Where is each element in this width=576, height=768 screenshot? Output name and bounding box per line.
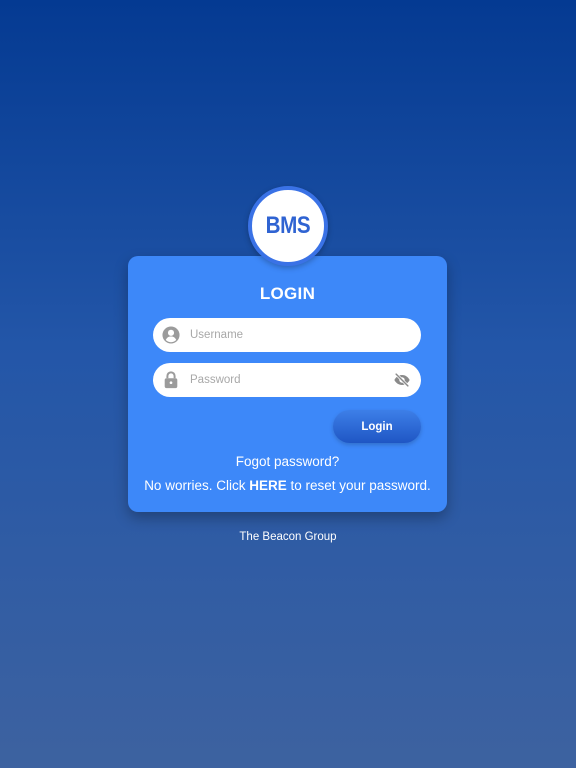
- bms-logo: BMS: [248, 186, 328, 266]
- reset-here-link[interactable]: HERE: [249, 478, 287, 493]
- reset-suffix: to reset your password.: [286, 478, 431, 493]
- reset-prefix: No worries. Click: [144, 478, 250, 493]
- user-circle-icon: [161, 325, 181, 345]
- login-title: LOGIN: [259, 284, 316, 303]
- login-card: LOGIN Login: [128, 256, 447, 512]
- reset-password-text: No worries. Click HERE to reset your pas…: [128, 478, 447, 493]
- login-button[interactable]: Login: [333, 410, 421, 443]
- username-field[interactable]: [153, 318, 421, 352]
- footer-company-name: The Beacon Group: [239, 531, 337, 543]
- logo-text: BMS: [265, 212, 311, 239]
- password-field[interactable]: [153, 363, 421, 397]
- eye-off-icon[interactable]: [392, 370, 412, 390]
- password-input[interactable]: [190, 363, 392, 397]
- username-input[interactable]: [190, 318, 421, 352]
- forgot-password-text: Fogot password?: [235, 454, 340, 469]
- lock-icon: [161, 370, 181, 390]
